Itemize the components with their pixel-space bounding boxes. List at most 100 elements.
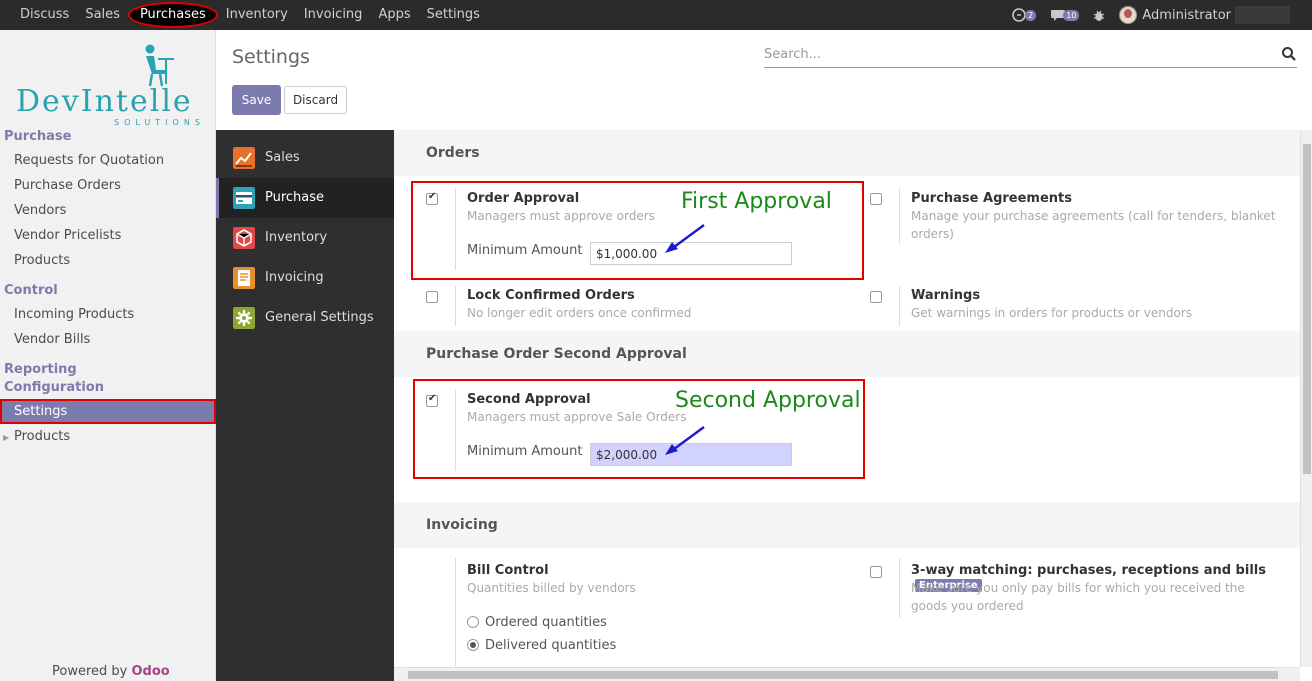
lock-confirmed-orders-desc: No longer edit orders once confirmed	[467, 306, 692, 320]
delivered-quantities-label: Delivered quantities	[485, 638, 617, 653]
menu-invoicing[interactable]: Invoicing	[296, 0, 371, 30]
orders-section-header: Orders	[394, 130, 1300, 176]
person-at-desk-icon	[145, 44, 174, 87]
settings-content: Orders Order Approval Managers must appr…	[394, 130, 1300, 667]
ordered-quantities-label: Ordered quantities	[485, 615, 607, 630]
bug-icon	[1094, 10, 1105, 21]
divider	[455, 558, 456, 667]
sidebar-item-vendors[interactable]: Vendors	[14, 203, 66, 218]
user-menu[interactable]: Administrator	[1119, 6, 1290, 24]
main-menu: Discuss Sales Purchases Inventory Invoic…	[12, 0, 488, 30]
section-configuration: Configuration	[4, 380, 104, 395]
lock-confirmed-orders-title: Lock Confirmed Orders	[467, 288, 635, 303]
section-control: Control	[4, 283, 58, 298]
app-tab-general-settings[interactable]: General Settings	[216, 298, 394, 338]
page-title: Settings	[232, 46, 310, 68]
sidebar-item-requests-for-quotation[interactable]: Requests for Quotation	[14, 153, 164, 168]
section-reporting[interactable]: Reporting	[4, 362, 77, 377]
odoo-link[interactable]: Odoo	[132, 664, 170, 679]
purchase-agreements-title: Purchase Agreements	[911, 191, 1072, 206]
menu-inventory[interactable]: Inventory	[218, 0, 296, 30]
sidebar-item-vendor-bills[interactable]: Vendor Bills	[14, 332, 90, 347]
sidebar-item-settings-label: Settings	[14, 404, 68, 419]
chat-count-badge: 2	[1025, 9, 1037, 21]
second-approval-annotation: Second Approval	[675, 388, 861, 413]
warnings-desc: Get warnings in orders for products or v…	[911, 306, 1192, 320]
horizontal-scrollbar[interactable]	[394, 667, 1300, 681]
sidebar-item-incoming-products[interactable]: Incoming Products	[14, 307, 134, 322]
app-tab-invoicing[interactable]: Invoicing	[216, 258, 394, 298]
chart-icon	[233, 147, 255, 169]
divider	[899, 558, 900, 618]
three-way-matching-checkbox[interactable]	[870, 566, 882, 578]
left-sidebar: DevIntelle SOLUTIONS Purchase Requests f…	[0, 30, 216, 681]
lock-confirmed-orders-checkbox[interactable]	[426, 291, 438, 303]
message-count-badge: 10	[1063, 9, 1080, 21]
menu-settings[interactable]: Settings	[419, 0, 488, 30]
sidebar-item-vendor-pricelists[interactable]: Vendor Pricelists	[14, 228, 121, 243]
arrow-icon	[665, 224, 705, 253]
sidebar-item-products[interactable]: Products	[14, 253, 70, 268]
second-approval-heading: Purchase Order Second Approval	[426, 346, 687, 362]
search-input[interactable]: Search...	[764, 47, 821, 62]
discard-button[interactable]: Discard	[284, 86, 347, 114]
avatar	[1119, 6, 1138, 24]
menu-purchases[interactable]: Purchases	[127, 2, 218, 28]
sidebar-item-purchase-orders[interactable]: Purchase Orders	[14, 178, 121, 193]
chat-button[interactable]: 2	[1012, 8, 1037, 22]
section-purchase: Purchase	[4, 129, 72, 144]
purchase-agreements-checkbox[interactable]	[870, 193, 882, 205]
divider	[899, 286, 900, 326]
powered-by-label: Powered by	[52, 664, 128, 679]
sidebar-item-config-products[interactable]: Products	[14, 429, 70, 444]
ordered-quantities-radio[interactable]	[467, 616, 479, 628]
delivered-quantities-radio[interactable]	[467, 639, 479, 651]
purchase-agreements-desc: Manage your purchase agreements (call fo…	[911, 209, 1276, 241]
orders-heading: Orders	[426, 145, 480, 161]
sidebar-item-settings[interactable]: Settings	[0, 399, 216, 424]
search-icon[interactable]	[1281, 46, 1297, 62]
search-box[interactable]: Search...	[764, 44, 1297, 68]
divider	[899, 188, 900, 244]
app-label-sales: Sales	[265, 150, 300, 165]
app-label-inventory: Inventory	[265, 230, 328, 245]
messages-button[interactable]: 10	[1050, 9, 1080, 22]
app-tab-inventory[interactable]: Inventory	[216, 218, 394, 258]
invoicing-heading: Invoicing	[426, 517, 498, 533]
powered-by: Powered by Odoo	[52, 664, 170, 679]
top-navbar: Discuss Sales Purchases Inventory Invoic…	[0, 0, 1312, 30]
menu-discuss[interactable]: Discuss	[12, 0, 77, 30]
database-name-redacted	[1235, 6, 1290, 24]
three-way-matching-desc: Make sure you only pay bills for which y…	[911, 581, 1245, 613]
three-way-matching-title-text: 3-way matching: purchases, receptions an…	[911, 563, 1266, 578]
warnings-checkbox[interactable]	[870, 291, 882, 303]
debug-button[interactable]	[1093, 9, 1105, 22]
document-icon	[233, 267, 255, 289]
first-approval-annotation: First Approval	[681, 189, 832, 214]
settings-app-list: Sales Purchase Inventory Invoicing Gener…	[216, 130, 394, 681]
app-tab-sales[interactable]: Sales	[216, 138, 394, 178]
bill-control-desc: Quantities billed by vendors	[467, 581, 636, 595]
vertical-scrollbar[interactable]	[1300, 130, 1312, 667]
logo-text: DevIntelle	[16, 84, 193, 119]
divider	[455, 286, 456, 326]
box-icon	[233, 227, 255, 249]
menu-apps[interactable]: Apps	[370, 0, 418, 30]
systray: 2 10 Administrator	[1012, 0, 1290, 30]
bill-control-title: Bill Control	[467, 563, 549, 578]
save-button[interactable]: Save	[232, 85, 281, 115]
warnings-title: Warnings	[911, 288, 981, 303]
logo-subtext: SOLUTIONS	[114, 118, 205, 127]
caret-right-icon: ▶	[3, 433, 10, 442]
second-approval-section-header: Purchase Order Second Approval	[394, 331, 1300, 377]
app-label-general-settings: General Settings	[265, 310, 374, 325]
app-tab-purchase[interactable]: Purchase	[216, 178, 394, 218]
vertical-scrollbar-thumb[interactable]	[1303, 144, 1311, 474]
credit-card-icon	[233, 187, 255, 209]
app-label-invoicing: Invoicing	[265, 270, 324, 285]
horizontal-scrollbar-thumb[interactable]	[408, 671, 1278, 679]
app-label-purchase: Purchase	[265, 190, 325, 205]
user-name: Administrator	[1142, 7, 1231, 23]
company-logo[interactable]: DevIntelle SOLUTIONS	[14, 44, 200, 136]
menu-sales[interactable]: Sales	[77, 0, 128, 30]
